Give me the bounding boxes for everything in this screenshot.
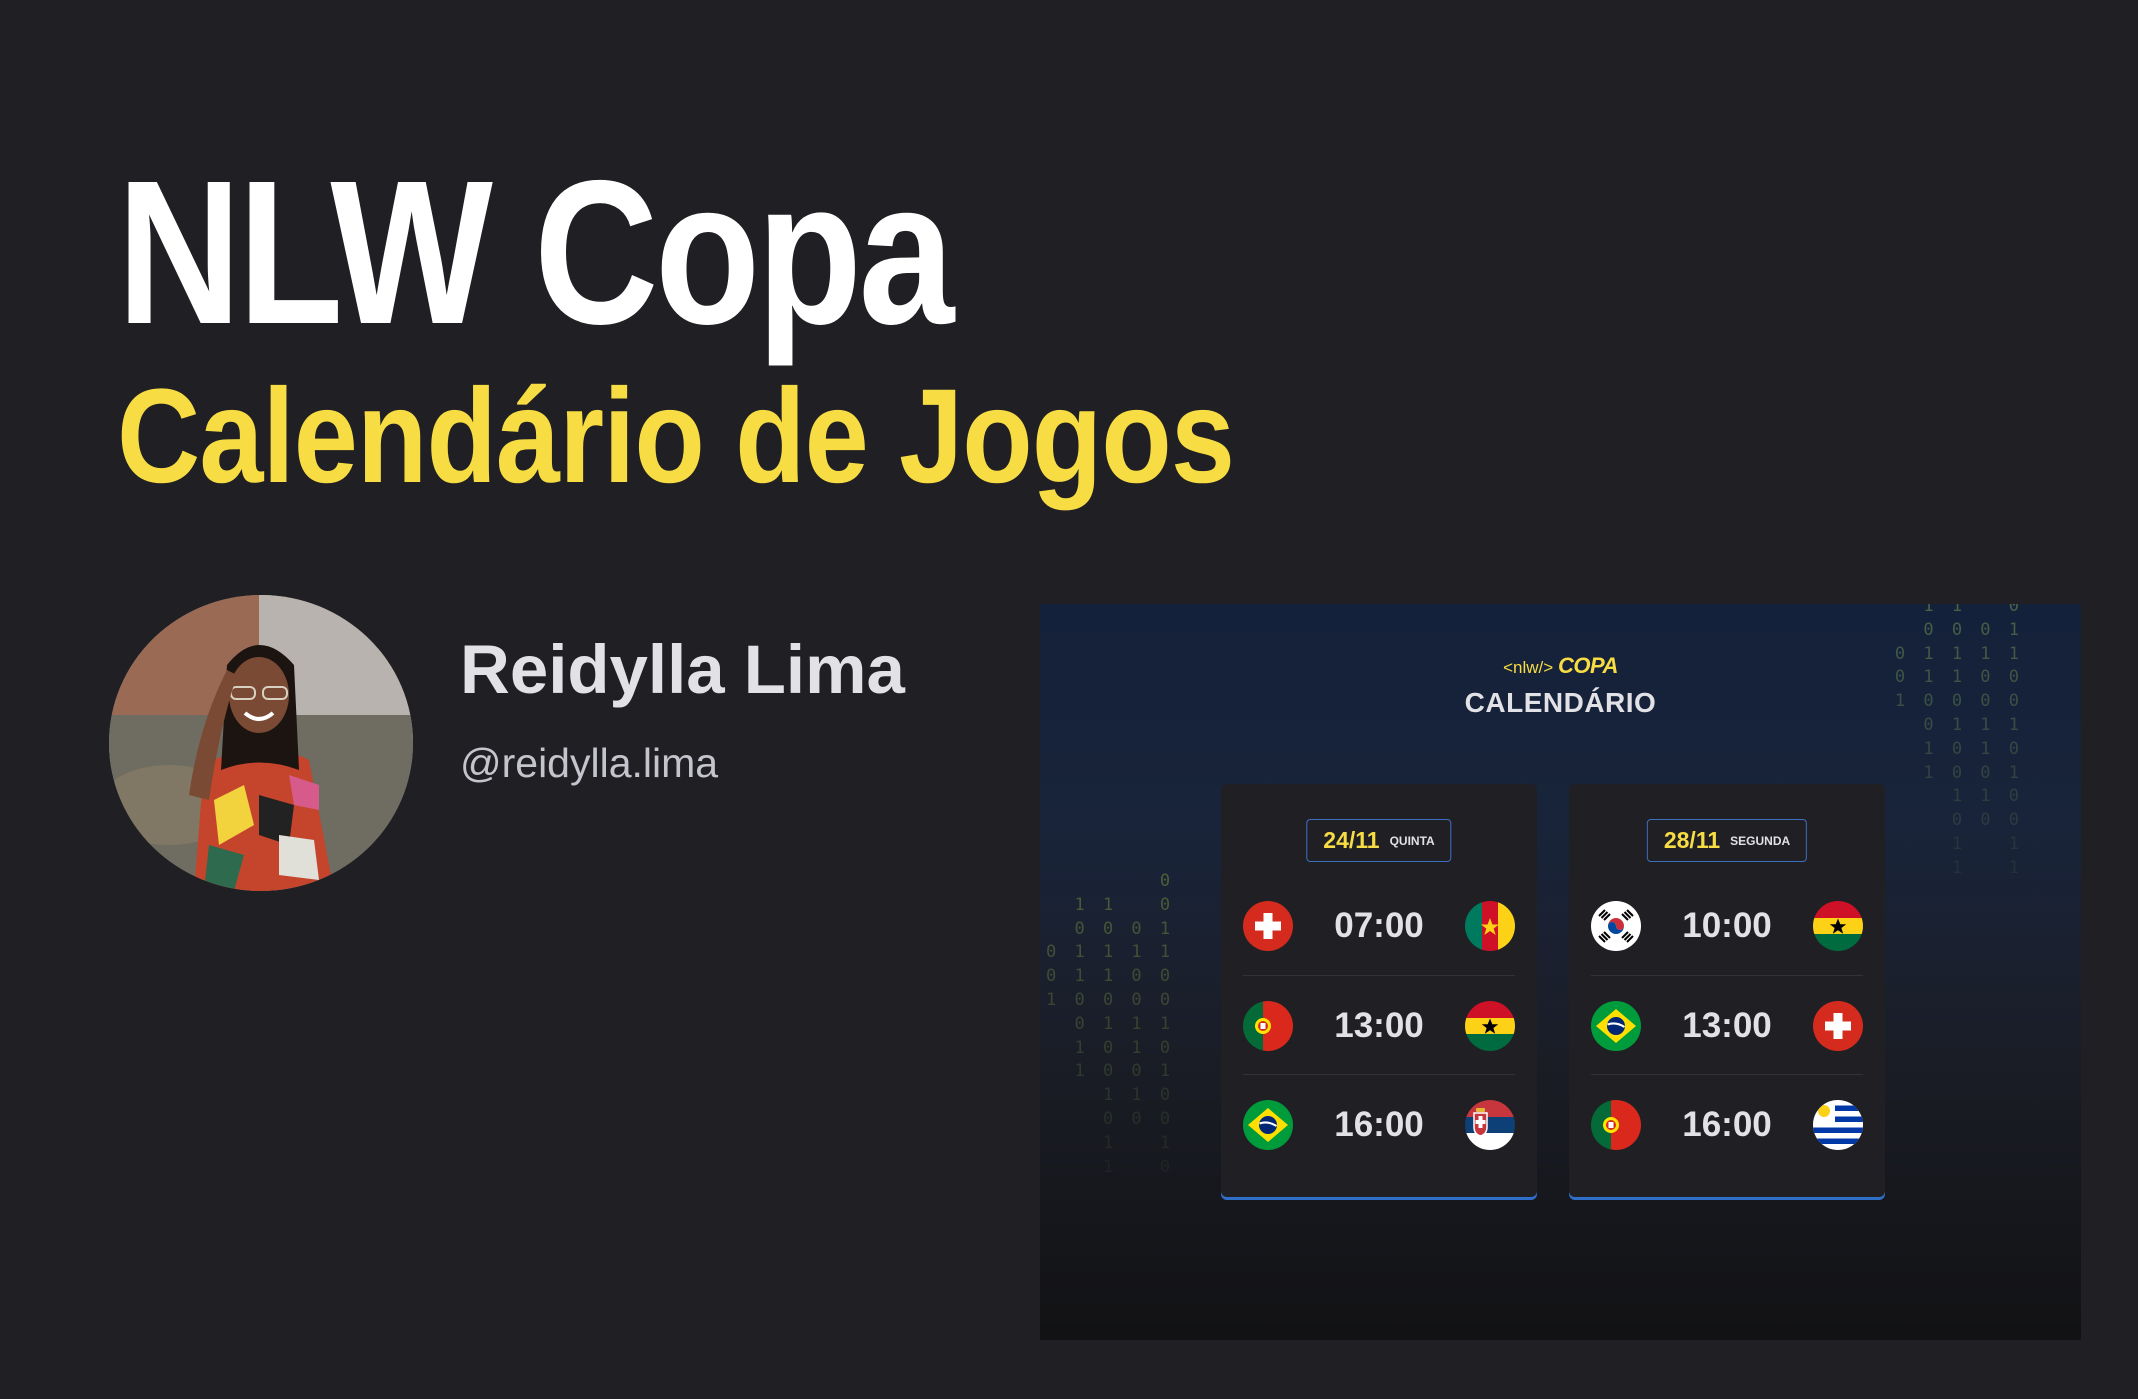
south-korea-flag-icon bbox=[1591, 901, 1641, 951]
match-row: 13:00 bbox=[1591, 975, 1863, 1075]
weekday-label: QUINTA bbox=[1389, 833, 1435, 848]
match-row: 16:00 bbox=[1591, 1074, 1863, 1174]
binary-digits-row: 0 0 0 1 bbox=[1074, 918, 1175, 939]
binary-digits-row: 1 0 0 1 bbox=[1923, 762, 2023, 783]
brazil-flag-icon bbox=[1591, 1001, 1641, 1051]
avatar-photo bbox=[109, 595, 413, 891]
date-badge: 24/11 QUINTA bbox=[1306, 819, 1452, 862]
binary-digits-row: 1 1 bbox=[1951, 857, 2023, 878]
binary-digits-row: 1 1 0 bbox=[1102, 1085, 1175, 1106]
date-label: 24/11 bbox=[1323, 827, 1380, 853]
binary-digits-row: 1 1 0 bbox=[1951, 786, 2023, 807]
switzerland-flag-icon bbox=[1243, 901, 1293, 951]
binary-digits-row: 0 0 0 bbox=[1951, 810, 2023, 831]
binary-digits-row: 1 0 0 0 0 bbox=[1046, 989, 1175, 1010]
logo-word: COPA bbox=[1557, 653, 1618, 678]
match-day-card: 24/11 QUINTA 07:00 13:00 16:00 bbox=[1221, 784, 1537, 1197]
match-time: 16:00 bbox=[1682, 1104, 1772, 1144]
page-subtitle: Calendário de Jogos bbox=[117, 362, 1235, 511]
binary-digits-row: 1 0 1 0 bbox=[1074, 1037, 1175, 1058]
binary-digits-row: 1 1 0 bbox=[1923, 604, 2023, 616]
serbia-flag-icon bbox=[1465, 1100, 1515, 1150]
match-row: 07:00 bbox=[1243, 876, 1515, 975]
calendar-title: CALENDÁRIO bbox=[1464, 687, 1657, 718]
page-title: NLW Copa bbox=[117, 138, 954, 367]
binary-digits-row: 0 1 1 0 0 bbox=[1046, 966, 1175, 987]
match-row: 10:00 bbox=[1591, 876, 1863, 975]
binary-decoration-right: 1 1 00 0 0 10 1 1 1 10 1 1 0 01 0 0 0 00… bbox=[1895, 604, 2023, 881]
match-row: 13:00 bbox=[1243, 975, 1515, 1075]
author-avatar bbox=[109, 595, 413, 891]
binary-digits-row: 1 1 bbox=[1102, 1132, 1175, 1153]
binary-decoration-left: 01 1 00 0 0 10 1 1 1 10 1 1 0 01 0 0 0 0… bbox=[1046, 870, 1174, 1179]
logo-prefix: <nlw/> bbox=[1503, 658, 1554, 677]
ghana-flag-icon bbox=[1465, 1001, 1515, 1051]
match-time: 07:00 bbox=[1334, 905, 1424, 945]
ghana-flag-icon bbox=[1813, 901, 1863, 951]
portugal-flag-icon bbox=[1591, 1100, 1641, 1150]
cameroon-flag-icon bbox=[1465, 901, 1515, 951]
weekday-label: SEGUNDA bbox=[1730, 833, 1791, 848]
binary-digits-row: 1 0 1 0 bbox=[1923, 738, 2023, 759]
date-label: 28/11 bbox=[1663, 827, 1721, 853]
match-day-card: 28/11 SEGUNDA 10:00 13:00 16:00 bbox=[1569, 784, 1885, 1197]
calendar-preview-screenshot: 1 1 00 0 0 10 1 1 1 10 1 1 0 01 0 0 0 00… bbox=[1040, 604, 2081, 1340]
nlw-copa-logo: <nlw/> COPA bbox=[1040, 655, 2081, 677]
match-time: 16:00 bbox=[1334, 1104, 1424, 1144]
author-handle: @reidylla.lima bbox=[460, 740, 719, 786]
portugal-flag-icon bbox=[1243, 1001, 1293, 1051]
match-row: 16:00 bbox=[1243, 1074, 1515, 1174]
binary-digits-row: 1 0 0 1 bbox=[1074, 1061, 1175, 1082]
binary-digits-row: 1 1 bbox=[1951, 833, 2023, 854]
binary-digits-row: 0 1 1 1 bbox=[1074, 1013, 1175, 1034]
uruguay-flag-icon bbox=[1813, 1100, 1863, 1150]
match-time: 10:00 bbox=[1682, 905, 1772, 945]
binary-digits-row: 0 0 0 1 bbox=[1923, 619, 2023, 640]
match-time: 13:00 bbox=[1682, 1005, 1772, 1045]
binary-digits-row: 0 1 1 1 1 bbox=[1046, 942, 1175, 963]
binary-digits-row: 0 bbox=[1159, 871, 1175, 891]
author-name: Reidylla Lima bbox=[460, 631, 905, 708]
switzerland-flag-icon bbox=[1813, 1001, 1863, 1051]
binary-digits-row: 1 1 0 bbox=[1074, 894, 1175, 915]
binary-digits-row: 0 0 0 bbox=[1102, 1108, 1175, 1129]
binary-digits-row: 1 0 bbox=[1102, 1156, 1175, 1177]
match-time: 13:00 bbox=[1334, 1005, 1424, 1045]
brazil-flag-icon bbox=[1243, 1100, 1293, 1150]
date-badge: 28/11 SEGUNDA bbox=[1646, 819, 1808, 862]
